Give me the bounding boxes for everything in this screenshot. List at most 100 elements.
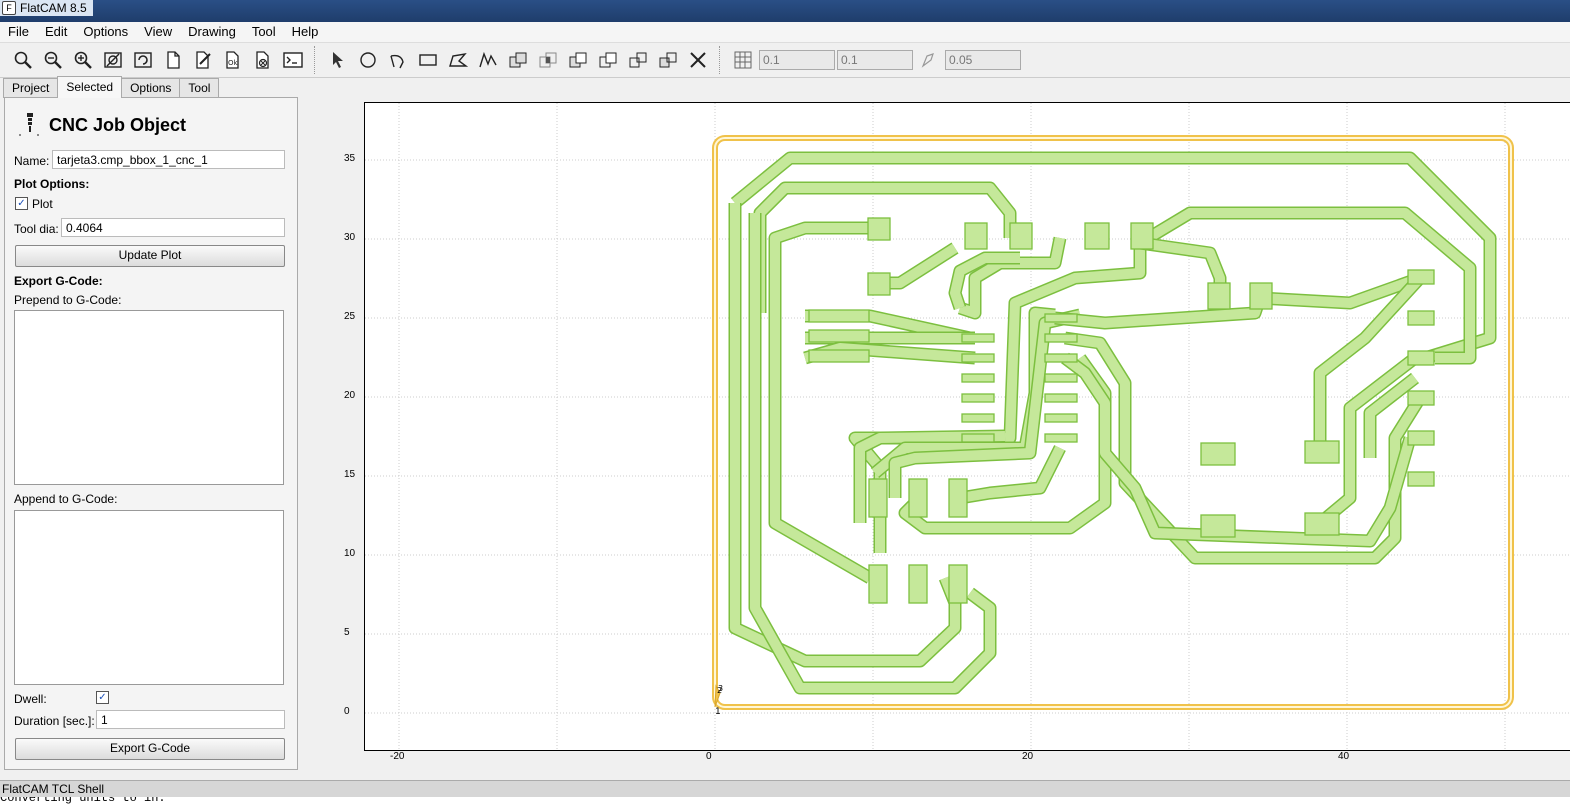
union-icon: [509, 52, 527, 68]
menu-file[interactable]: File: [0, 22, 37, 42]
grid-x-input[interactable]: [759, 50, 835, 70]
delete-object-button[interactable]: [250, 47, 276, 73]
pad-rect: [908, 478, 928, 518]
menu-tool[interactable]: Tool: [244, 22, 284, 42]
cut-path-button[interactable]: [595, 47, 621, 73]
update-geometry-button[interactable]: Ok: [220, 47, 246, 73]
export-gcode-button[interactable]: Export G-Code: [15, 738, 285, 760]
menu-options[interactable]: Options: [75, 22, 136, 42]
pad-rect: [1084, 222, 1110, 250]
plot-grid: [365, 103, 1570, 750]
replot-icon: [134, 52, 152, 68]
polygon-tool-button[interactable]: [445, 47, 471, 73]
y-tick-label: 0: [344, 706, 350, 717]
corner-snap-button[interactable]: [916, 47, 942, 73]
tab-tool[interactable]: Tool: [179, 78, 220, 98]
menu-help[interactable]: Help: [284, 22, 327, 42]
menu-bar: File Edit Options View Drawing Tool Help: [0, 22, 1570, 43]
terminal-icon: [283, 52, 303, 68]
delete-shape-button[interactable]: [685, 47, 711, 73]
pad-rect: [1304, 512, 1340, 536]
pad-rect: [867, 217, 891, 241]
grid-y-input[interactable]: [837, 50, 913, 70]
pad-rect: [1044, 433, 1078, 443]
union-tool-button[interactable]: [505, 47, 531, 73]
toolbar-separator: [719, 46, 722, 74]
clear-plot-button[interactable]: [100, 47, 126, 73]
cut-path-icon: [599, 52, 617, 68]
subtract-tool-button[interactable]: [565, 47, 591, 73]
panel-title-row: CNC Job Object: [17, 112, 186, 138]
panel-title: CNC Job Object: [49, 114, 187, 135]
delete-document-icon: [256, 51, 269, 69]
pad-rect: [808, 349, 870, 363]
menu-view[interactable]: View: [136, 22, 180, 42]
tab-selected[interactable]: Selected: [57, 76, 123, 98]
pad-rect: [1130, 222, 1154, 250]
copy-shape-button[interactable]: [625, 47, 651, 73]
pcb-plot: 1 2 3: [365, 103, 1570, 750]
title-group: F FlatCAM 8.5: [0, 0, 93, 16]
prepend-textarea[interactable]: [14, 310, 284, 485]
shell-button[interactable]: [280, 47, 306, 73]
arc-tool-button[interactable]: [385, 47, 411, 73]
duration-field[interactable]: 1: [96, 710, 285, 729]
update-plot-button[interactable]: Update Plot: [15, 245, 285, 267]
menu-edit[interactable]: Edit: [37, 22, 75, 42]
tab-options[interactable]: Options: [121, 78, 181, 98]
edit-geometry-button[interactable]: [190, 47, 216, 73]
append-textarea[interactable]: [14, 510, 284, 685]
y-tick-label: 5: [344, 627, 350, 638]
intersection-tool-button[interactable]: [535, 47, 561, 73]
dwell-checkbox[interactable]: ✓: [96, 691, 109, 704]
pad-rect: [908, 564, 928, 604]
plot-checkbox[interactable]: ✓: [15, 197, 28, 210]
tool-dia-label: Tool dia:: [14, 222, 59, 236]
tool-dia-field[interactable]: 0.4064: [61, 218, 285, 237]
prepend-label: Prepend to G-Code:: [14, 293, 122, 307]
pad-rect: [961, 333, 995, 343]
pad-rect: [1009, 222, 1033, 250]
path-tool-button[interactable]: [475, 47, 501, 73]
snap-max-input[interactable]: [945, 50, 1021, 70]
pad-rect: [961, 433, 995, 443]
zoom-in-button[interactable]: [70, 47, 96, 73]
shell-output-line: Converting units to in.: [0, 797, 166, 805]
pad-rect: [1407, 471, 1435, 487]
circle-tool-button[interactable]: [355, 47, 381, 73]
pad-rect: [961, 413, 995, 423]
pad-rect: [1407, 310, 1435, 326]
move-shape-icon: [659, 52, 677, 68]
name-field[interactable]: tarjeta3.cmp_bbox_1_cnc_1: [52, 150, 285, 169]
select-tool-button[interactable]: [325, 47, 351, 73]
notebook-tabs: Project Selected Options Tool: [3, 76, 220, 98]
tcl-shell-output[interactable]: Converting units to in.: [0, 797, 1570, 809]
magnifier-icon: [14, 51, 32, 69]
zoom-fit-button[interactable]: [10, 47, 36, 73]
pad-rect: [867, 272, 891, 296]
pad-rect: [1207, 282, 1231, 310]
replot-button[interactable]: [130, 47, 156, 73]
pad-rect: [1407, 350, 1435, 366]
new-geometry-button[interactable]: [160, 47, 186, 73]
pad-rect: [868, 564, 888, 604]
tab-project[interactable]: Project: [3, 78, 59, 98]
window-title: FlatCAM 8.5: [20, 1, 87, 15]
ok-document-icon: Ok: [226, 51, 239, 69]
export-gcode-label: Export G-Code:: [14, 274, 103, 288]
move-shape-button[interactable]: [655, 47, 681, 73]
name-label: Name:: [14, 154, 50, 168]
y-tick-label: 20: [344, 390, 356, 401]
plot-canvas[interactable]: 1 2 3: [364, 102, 1570, 751]
app-icon: F: [2, 1, 16, 15]
intersection-icon: [539, 52, 557, 68]
pad-rect: [1044, 333, 1078, 343]
pad-rect: [964, 222, 988, 250]
grid-snap-button[interactable]: [730, 47, 756, 73]
zoom-out-icon: [44, 51, 62, 69]
menu-drawing[interactable]: Drawing: [180, 22, 244, 42]
zoom-out-button[interactable]: [40, 47, 66, 73]
rectangle-tool-button[interactable]: [415, 47, 441, 73]
duration-label: Duration [sec.]:: [14, 714, 95, 728]
pad-rect: [1200, 514, 1236, 538]
